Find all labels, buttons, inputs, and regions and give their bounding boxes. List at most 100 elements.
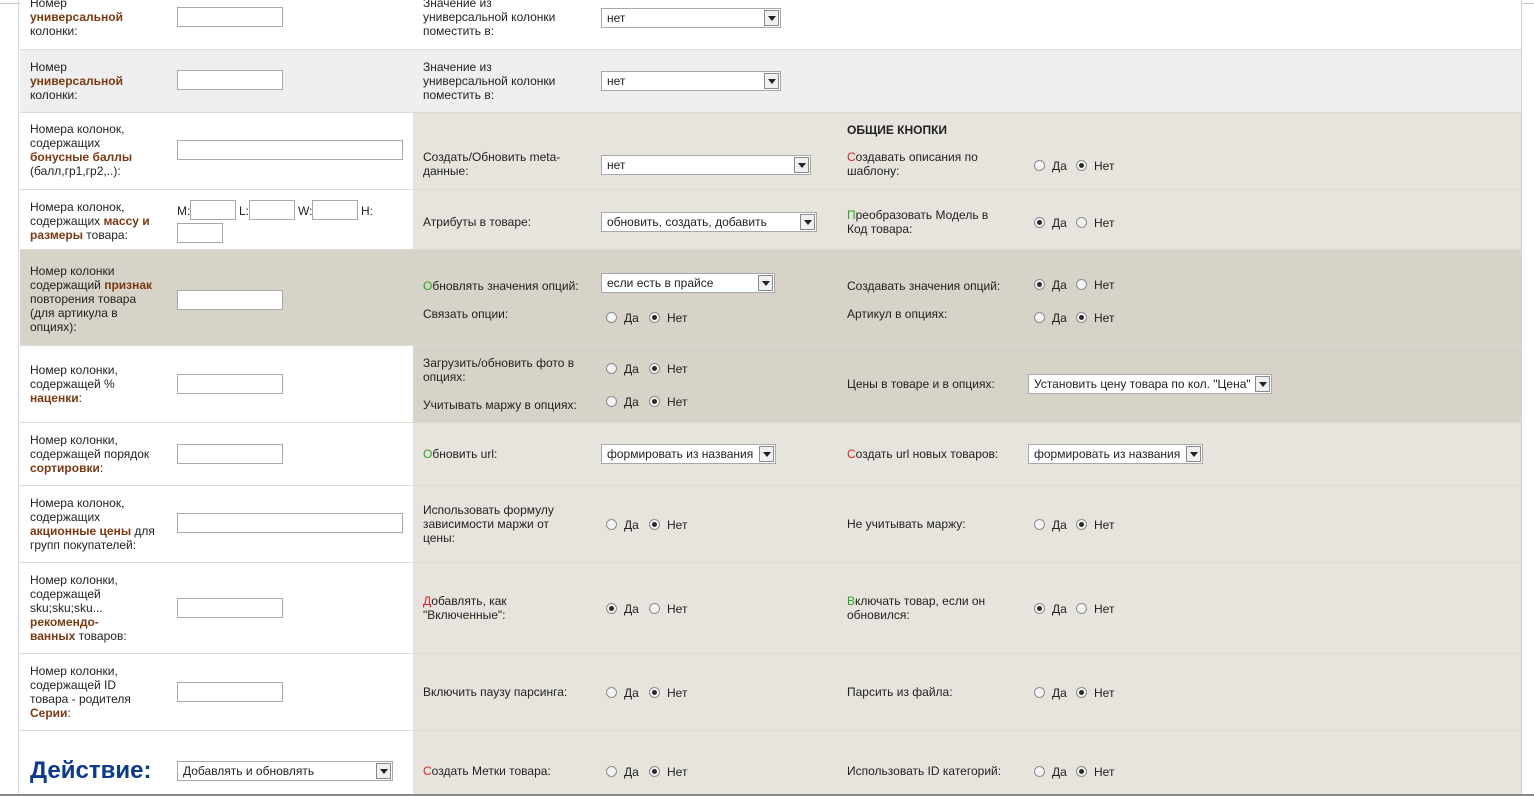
convert-model-yes-radio[interactable]: [1034, 217, 1045, 228]
sku-options-yes-radio[interactable]: [1034, 312, 1045, 323]
convert-model-no-radio[interactable]: [1076, 217, 1087, 228]
link-options-label: Связать опции:: [423, 307, 509, 321]
sorting-input[interactable]: [177, 444, 283, 464]
option-margin-no-radio[interactable]: [649, 396, 660, 407]
length-input[interactable]: [249, 200, 295, 220]
height-label: H:: [361, 204, 373, 218]
yes-label: Да: [624, 518, 639, 532]
create-options-yes-radio[interactable]: [1034, 279, 1045, 290]
promo-prices-row: Номера колонок, содержащих акционные цены…: [20, 486, 1521, 563]
parse-from-file-no-radio[interactable]: [1076, 687, 1087, 698]
no-label: Нет: [1094, 278, 1115, 292]
series-parent-input[interactable]: [177, 682, 283, 702]
chevron-down-icon: [759, 446, 774, 462]
row1-target-label: Значение из универсальной колонки поместит…: [423, 0, 556, 38]
category-id-no-radio[interactable]: [1076, 766, 1087, 777]
action-select[interactable]: Добавлять и обновлять: [177, 761, 393, 781]
create-options-no-radio[interactable]: [1076, 279, 1087, 290]
mass-label: M:: [177, 204, 191, 218]
series-parent-row: Номер колонки, содержащей ID товара - роди…: [20, 654, 1521, 731]
no-label: Нет: [1094, 216, 1115, 230]
no-label: Нет: [1094, 686, 1115, 700]
universal-column-target-select-2[interactable]: нет: [601, 71, 781, 91]
universal-column-number-input-1[interactable]: [177, 7, 283, 27]
enable-if-updated-no-radio[interactable]: [1076, 603, 1087, 614]
product-tags-no-radio[interactable]: [649, 766, 660, 777]
product-tags-yes-radio[interactable]: [606, 766, 617, 777]
yes-label: Да: [1052, 311, 1067, 325]
parsing-pause-label: Включить паузу парсинга:: [423, 685, 568, 699]
ignore-margin-yes-radio[interactable]: [1034, 519, 1045, 530]
bonus-points-label: Номера колонок, содержащих бонусные баллы(…: [30, 122, 133, 178]
repeat-attribute-label: Номер колонки содержащий признак повторе…: [30, 264, 153, 334]
new-url-select[interactable]: формировать из названия: [1028, 444, 1203, 464]
meta-data-label: Создать/Обновить meta-данные:: [423, 150, 561, 178]
chevron-down-icon: [1255, 376, 1270, 392]
yes-label: Да: [1052, 278, 1067, 292]
enable-if-updated-yes-radio[interactable]: [1034, 603, 1045, 614]
attributes-select[interactable]: обновить, создать, добавить: [601, 212, 817, 232]
mass-input[interactable]: [190, 200, 236, 220]
height-input[interactable]: [177, 223, 223, 243]
chevron-down-icon: [1186, 446, 1201, 462]
universal-column-target-select-1[interactable]: нет: [601, 8, 781, 28]
no-label: Нет: [667, 765, 688, 779]
template-description-yes-radio[interactable]: [1034, 160, 1045, 171]
width-input[interactable]: [312, 200, 358, 220]
markup-input[interactable]: [177, 374, 283, 394]
yes-label: Да: [1052, 765, 1067, 779]
update-options-select[interactable]: если есть в прайсе: [601, 273, 775, 293]
action-heading: Действие:: [30, 757, 152, 784]
recommended-input[interactable]: [177, 598, 283, 618]
parsing-pause-yes-radio[interactable]: [606, 687, 617, 698]
no-label: Нет: [667, 395, 688, 409]
chevron-down-icon: [800, 214, 815, 230]
no-label: Нет: [667, 686, 688, 700]
new-url-label: Создать url новых товаров:: [847, 447, 999, 461]
margin-formula-yes-radio[interactable]: [606, 519, 617, 530]
option-photos-yes-radio[interactable]: [606, 363, 617, 374]
sorting-row: Номер колонки, содержащей порядок сортиро…: [20, 423, 1521, 486]
prices-select[interactable]: Установить цену товара по кол. "Цена": [1028, 374, 1272, 394]
repeat-attribute-input[interactable]: [177, 290, 283, 310]
add-as-included-label: Добавлять, как "Включенные":: [423, 594, 507, 622]
yes-label: Да: [624, 686, 639, 700]
add-as-included-yes-radio[interactable]: [606, 603, 617, 614]
parsing-pause-no-radio[interactable]: [649, 687, 660, 698]
no-label: Нет: [667, 311, 688, 325]
chevron-down-icon: [764, 73, 779, 89]
bonus-points-input[interactable]: [177, 140, 403, 160]
margin-formula-no-radio[interactable]: [649, 519, 660, 530]
enable-if-updated-label: Включать товар, если он обновился:: [847, 594, 986, 622]
add-as-included-no-radio[interactable]: [649, 603, 660, 614]
link-options-yes-radio[interactable]: [606, 312, 617, 323]
category-id-label: Использовать ID категорий:: [847, 764, 1002, 778]
left-border: [18, 0, 19, 796]
markup-label: Номер колонки, содержащей % наценки:: [30, 363, 118, 405]
template-description-no-radio[interactable]: [1076, 160, 1087, 171]
link-options-no-radio[interactable]: [649, 312, 660, 323]
length-label: L:: [239, 204, 250, 218]
yes-label: Да: [624, 765, 639, 779]
ignore-margin-no-radio[interactable]: [1076, 519, 1087, 530]
sorting-label: Номер колонки, содержащей порядок сортиро…: [30, 433, 150, 475]
promo-prices-input[interactable]: [177, 513, 403, 533]
create-options-label: Создавать значения опций:: [847, 279, 1001, 293]
option-photos-no-radio[interactable]: [649, 363, 660, 374]
right-border: [1521, 0, 1522, 796]
meta-data-select[interactable]: нет: [601, 155, 811, 175]
parse-from-file-yes-radio[interactable]: [1034, 687, 1045, 698]
yes-label: Да: [1052, 602, 1067, 616]
universal-column-row-1: Номер универсальной колонки: Значение из ун…: [20, 0, 1521, 50]
update-url-select[interactable]: формировать из названия: [601, 444, 776, 464]
no-label: Нет: [1094, 765, 1115, 779]
parse-from-file-label: Парсить из файла:: [847, 685, 953, 699]
sku-options-no-radio[interactable]: [1076, 312, 1087, 323]
yes-label: Да: [1052, 216, 1067, 230]
weight-dimensions-label: Номера колонок, содержащих массу и разме…: [30, 200, 150, 242]
universal-column-number-input-2[interactable]: [177, 70, 283, 90]
no-label: Нет: [1094, 518, 1115, 532]
option-margin-yes-radio[interactable]: [606, 396, 617, 407]
template-description-label: Создавать описания по шаблону:: [847, 150, 978, 178]
category-id-yes-radio[interactable]: [1034, 766, 1045, 777]
